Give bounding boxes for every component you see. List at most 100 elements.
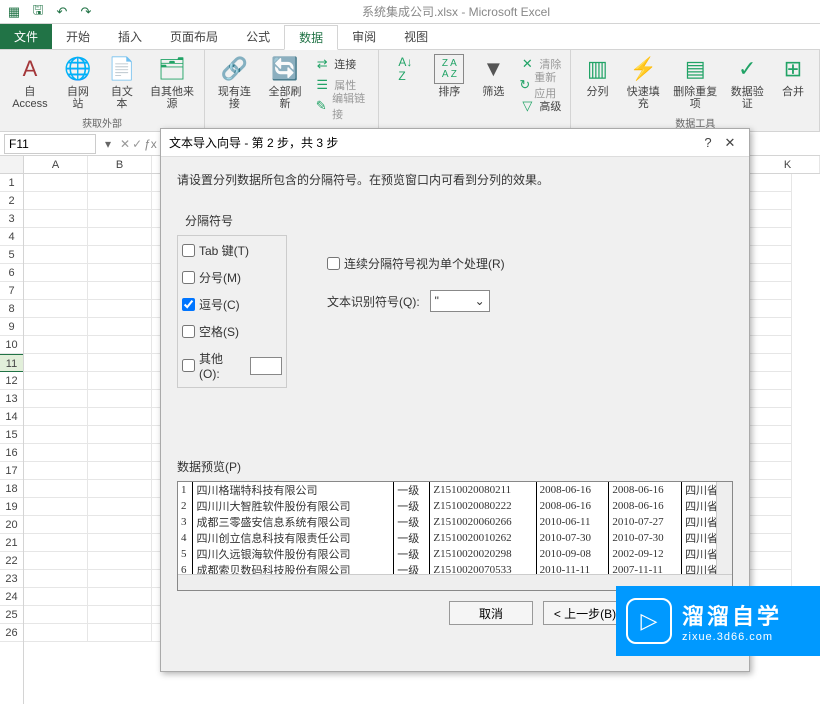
datavalid-icon: ✓ <box>732 54 762 84</box>
advanced-row[interactable]: ▽高级 <box>519 96 562 116</box>
ribbon-group-external: A自 Access 🌐自网站 📄自文本 🗂自其他来源 获取外部 <box>0 50 205 131</box>
help-button[interactable]: ? <box>697 135 719 150</box>
quick-access-toolbar: ▦ 🖫 ↶ ↷ <box>4 2 96 22</box>
back-button[interactable]: < 上一步(B) <box>543 601 627 625</box>
row-header[interactable]: 5 <box>0 246 23 264</box>
row-header[interactable]: 16 <box>0 444 23 462</box>
dialog-title: 文本导入向导 - 第 2 步，共 3 步 <box>169 134 697 151</box>
row-header[interactable]: 20 <box>0 516 23 534</box>
tab-page[interactable]: 页面布局 <box>156 24 232 49</box>
confirm-icon[interactable]: ✓ <box>132 137 142 151</box>
row-header[interactable]: 14 <box>0 408 23 426</box>
row-header[interactable]: 1 <box>0 174 23 192</box>
row-header[interactable]: 3 <box>0 210 23 228</box>
semicolon-checkbox[interactable]: 分号(M) <box>182 269 282 286</box>
tab-view[interactable]: 视图 <box>390 24 442 49</box>
row-header[interactable]: 18 <box>0 480 23 498</box>
row-header[interactable]: 17 <box>0 462 23 480</box>
refresh-all-button[interactable]: 🔄全部刷新 <box>262 52 309 131</box>
formula-icons: ✕ ✓ ƒx <box>120 137 157 151</box>
row-header[interactable]: 9 <box>0 318 23 336</box>
row-header[interactable]: 21 <box>0 534 23 552</box>
row-headers: 1 2 3 4 5 6 7 8 9 10 11 12 13 14 15 16 1… <box>0 174 24 704</box>
consecutive-checkbox[interactable]: 连续分隔符号视为单个处理(R) <box>327 255 505 272</box>
undo-icon[interactable]: ↶ <box>52 2 72 22</box>
row-header[interactable]: 22 <box>0 552 23 570</box>
clear-icon: ✕ <box>519 56 535 72</box>
tab-checkbox[interactable]: Tab 键(T) <box>182 242 282 259</box>
tab-formula[interactable]: 公式 <box>232 24 284 49</box>
row-header[interactable]: 10 <box>0 336 23 354</box>
col-header[interactable]: A <box>24 156 88 173</box>
chevron-down-icon: ⌄ <box>475 294 485 308</box>
namebox-dropdown-icon[interactable]: ▾ <box>100 137 116 151</box>
row-header[interactable]: 13 <box>0 390 23 408</box>
cancel-icon[interactable]: ✕ <box>120 137 130 151</box>
row-header[interactable]: 15 <box>0 426 23 444</box>
space-checkbox[interactable]: 空格(S) <box>182 323 282 340</box>
filter-stack: ✕清除 ↻重新应用 ▽高级 <box>517 52 564 131</box>
from-access-button[interactable]: A自 Access <box>6 52 54 114</box>
col-header[interactable]: B <box>88 156 152 173</box>
datavalid-button[interactable]: ✓数据验证 <box>725 52 769 114</box>
row-header[interactable]: 12 <box>0 372 23 390</box>
consolidate-icon: ⊞ <box>778 54 808 84</box>
from-text-button[interactable]: 📄自文本 <box>102 52 142 114</box>
connections-icon: 🔗 <box>219 54 249 84</box>
dialog-titlebar: 文本导入向导 - 第 2 步，共 3 步 ? ✕ <box>161 129 749 157</box>
vertical-scrollbar[interactable] <box>716 482 732 574</box>
filter-button[interactable]: ▼筛选 <box>473 52 513 131</box>
text-to-col-button[interactable]: ▥分列 <box>577 52 617 114</box>
tab-file[interactable]: 文件 <box>0 24 52 49</box>
row-header[interactable]: 11 <box>0 354 23 372</box>
tab-home[interactable]: 开始 <box>52 24 104 49</box>
ribbon: A自 Access 🌐自网站 📄自文本 🗂自其他来源 获取外部 🔗现有连接 🔄全… <box>0 50 820 132</box>
save-icon[interactable]: 🖫 <box>28 2 48 22</box>
connections-row[interactable]: ⇄连接 <box>314 54 370 74</box>
col-header[interactable]: K <box>756 156 820 173</box>
row-header[interactable]: 2 <box>0 192 23 210</box>
flashfill-button[interactable]: ⚡快速填充 <box>621 52 665 114</box>
sort-button[interactable]: Z AA Z排序 <box>429 52 469 131</box>
name-box[interactable]: F11 <box>4 134 96 154</box>
select-all-corner[interactable] <box>0 156 24 174</box>
row-header[interactable]: 23 <box>0 570 23 588</box>
row-header[interactable]: 26 <box>0 624 23 642</box>
tab-data[interactable]: 数据 <box>284 25 338 50</box>
redo-icon[interactable]: ↷ <box>76 2 96 22</box>
delimiters-label: 分隔符号 <box>185 212 733 229</box>
from-other-button[interactable]: 🗂自其他来源 <box>146 52 198 114</box>
row-header[interactable]: 7 <box>0 282 23 300</box>
other-checkbox[interactable]: 其他(O): <box>182 350 282 381</box>
texttocol-icon: ▥ <box>582 54 612 84</box>
qualifier-dropdown[interactable]: " ⌄ <box>430 290 490 312</box>
consolidate-button[interactable]: ⊞合并 <box>773 52 813 114</box>
other-input[interactable] <box>250 357 282 375</box>
delimiters-group: Tab 键(T) 分号(M) 逗号(C) 空格(S) 其他(O): <box>177 235 287 388</box>
row-header[interactable]: 4 <box>0 228 23 246</box>
preview-table: 1四川格瑞特科技有限公司一级Z15100200802112008-06-1620… <box>178 482 732 578</box>
editlink-icon: ✎ <box>314 98 328 114</box>
existing-conn-button[interactable]: 🔗现有连接 <box>211 52 258 131</box>
tab-review[interactable]: 审阅 <box>338 24 390 49</box>
reapply-row: ↻重新应用 <box>519 75 562 95</box>
cancel-button[interactable]: 取消 <box>449 601 533 625</box>
tab-insert[interactable]: 插入 <box>104 24 156 49</box>
ribbon-tabs: 文件 开始 插入 页面布局 公式 数据 审阅 视图 <box>0 24 820 50</box>
row-header[interactable]: 8 <box>0 300 23 318</box>
dedup-button[interactable]: ▤删除重复项 <box>669 52 721 114</box>
filter-icon: ▼ <box>478 54 508 84</box>
row-header[interactable]: 6 <box>0 264 23 282</box>
row-header[interactable]: 25 <box>0 606 23 624</box>
comma-checkbox[interactable]: 逗号(C) <box>182 296 282 313</box>
row-header[interactable]: 24 <box>0 588 23 606</box>
fx-icon[interactable]: ƒx <box>144 137 157 151</box>
row-header[interactable]: 19 <box>0 498 23 516</box>
text-icon: 📄 <box>107 54 137 84</box>
from-web-button[interactable]: 🌐自网站 <box>58 52 98 114</box>
close-icon[interactable]: ✕ <box>719 135 741 151</box>
sort-az-button[interactable]: A↓Z <box>385 52 425 131</box>
ribbon-group-sort: A↓Z Z AA Z排序 ▼筛选 ✕清除 ↻重新应用 ▽高级 <box>379 50 571 131</box>
flashfill-icon: ⚡ <box>628 54 658 84</box>
play-icon: ▷ <box>626 598 672 644</box>
